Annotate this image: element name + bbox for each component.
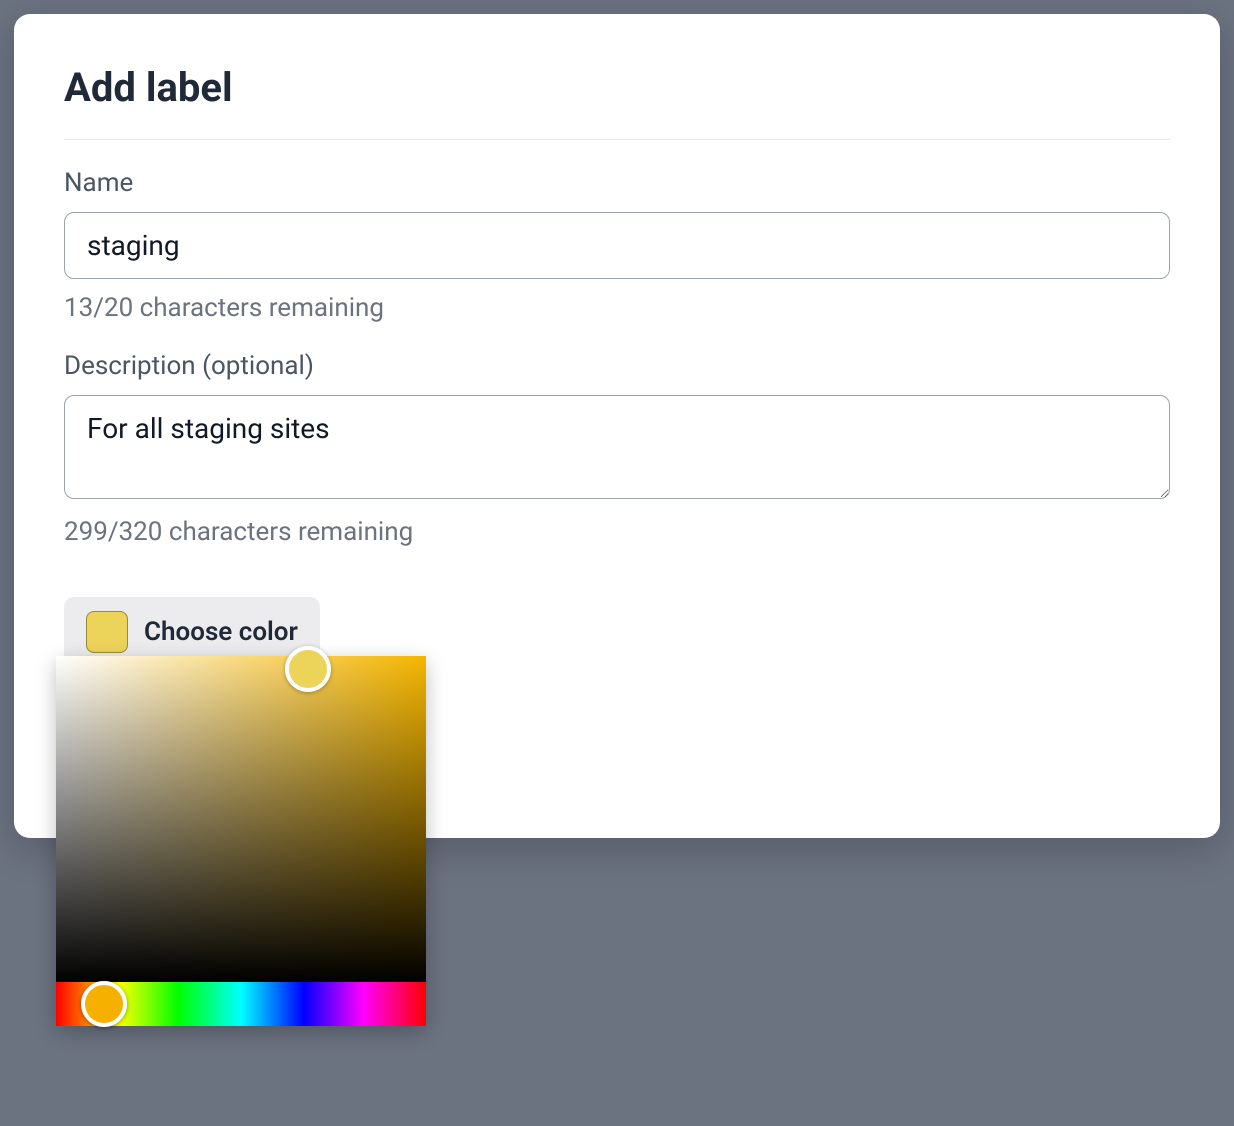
name-input[interactable] [64,212,1170,279]
hue-strip[interactable] [56,982,426,1026]
divider [64,139,1170,140]
sv-handle[interactable] [285,646,331,692]
description-field-group: Description (optional) 299/320 character… [64,351,1170,547]
name-field-group: Name 13/20 characters remaining [64,168,1170,323]
name-label: Name [64,168,1170,198]
modal-title: Add label [64,64,1170,111]
description-helper: 299/320 characters remaining [64,517,1170,547]
description-label: Description (optional) [64,351,1170,381]
name-helper: 13/20 characters remaining [64,293,1170,323]
color-swatch-icon [86,611,128,653]
choose-color-label: Choose color [144,617,298,647]
color-picker-panel [56,656,426,1026]
description-input[interactable] [64,395,1170,499]
hue-handle[interactable] [81,981,127,1027]
saturation-value-area[interactable] [56,656,426,982]
